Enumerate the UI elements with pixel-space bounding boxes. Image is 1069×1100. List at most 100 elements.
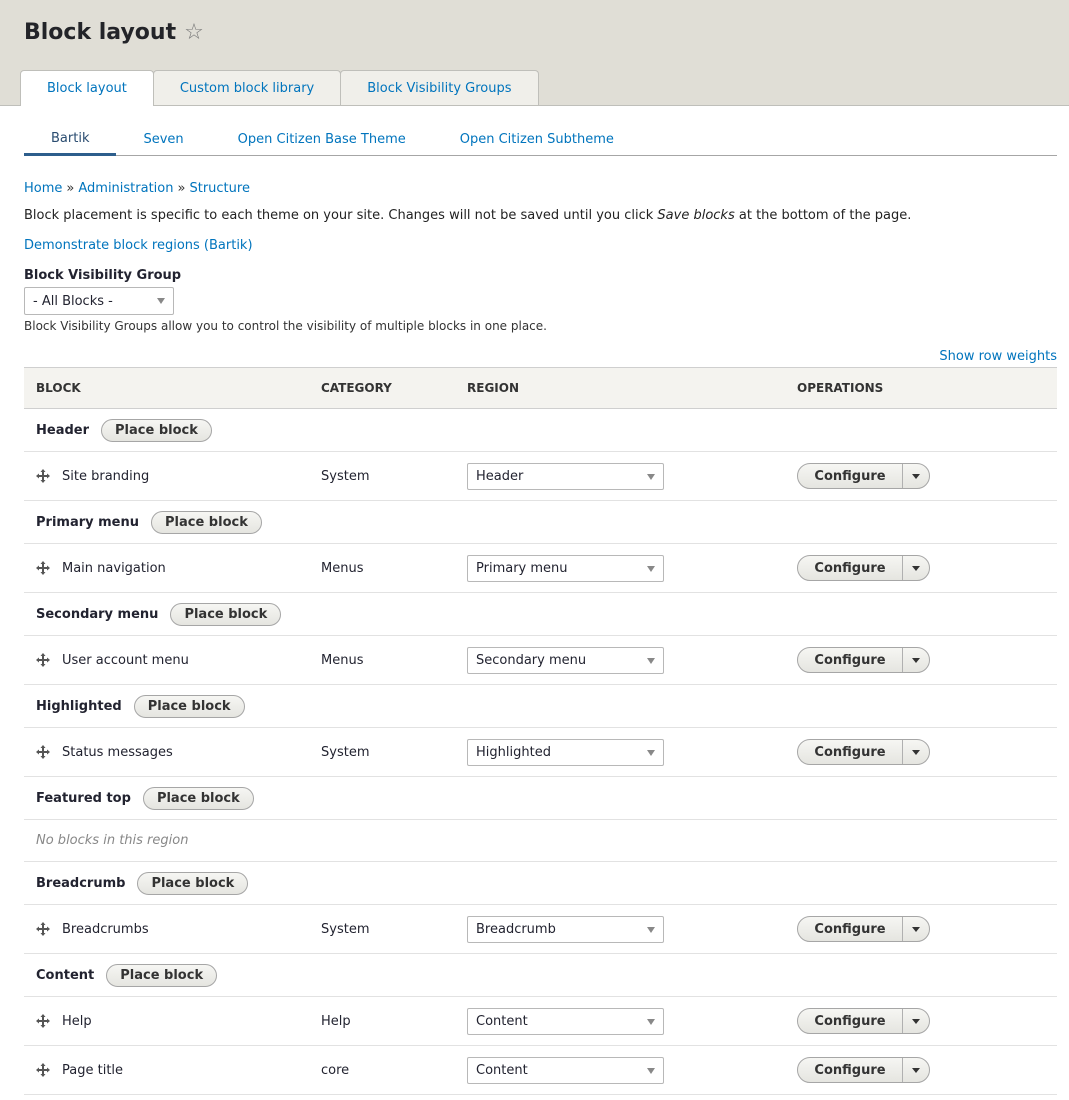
region-select-value: Primary menu bbox=[476, 560, 568, 576]
drag-handle-icon[interactable] bbox=[36, 561, 50, 575]
drag-handle-icon[interactable] bbox=[36, 1014, 50, 1028]
operations-toggle-button[interactable] bbox=[903, 917, 929, 941]
tab-open-citizen-base-theme[interactable]: Open Citizen Base Theme bbox=[211, 124, 433, 155]
block-category: Menus bbox=[321, 652, 364, 668]
configure-button[interactable]: Configure bbox=[798, 648, 903, 672]
operations-cell: Configure bbox=[797, 1057, 1057, 1083]
breadcrumb-separator: » bbox=[177, 181, 186, 196]
region-select[interactable]: Content bbox=[467, 1056, 664, 1084]
configure-dropbutton: Configure bbox=[797, 647, 930, 673]
tab-bartik[interactable]: Bartik bbox=[24, 124, 117, 156]
drag-handle-icon[interactable] bbox=[36, 653, 50, 667]
region-select[interactable]: Secondary menu bbox=[467, 646, 664, 674]
operations-toggle-button[interactable] bbox=[903, 1058, 929, 1082]
place-block-button[interactable]: Place block bbox=[101, 418, 212, 442]
block-category: System bbox=[321, 744, 370, 760]
block-visibility-group-description: Block Visibility Groups allow you to con… bbox=[24, 319, 547, 333]
operations-cell: Configure bbox=[797, 739, 1057, 765]
help-text-suffix: at the bottom of the page. bbox=[734, 208, 912, 223]
table-row: Help Help Content Configure bbox=[24, 997, 1057, 1046]
tab-block-visibility-groups[interactable]: Block Visibility Groups bbox=[340, 70, 539, 105]
region-name: Featured top bbox=[36, 790, 131, 806]
tab-seven[interactable]: Seven bbox=[116, 124, 210, 155]
page-title-text: Block layout bbox=[24, 20, 177, 45]
drag-handle-icon[interactable] bbox=[36, 1063, 50, 1077]
region-select-value: Content bbox=[476, 1013, 528, 1029]
block-table: Block Category Region Operations Header P… bbox=[24, 367, 1057, 1095]
drag-handle-icon[interactable] bbox=[36, 745, 50, 759]
region-cell: Secondary menu bbox=[467, 646, 797, 674]
table-row: User account menu Menus Secondary menu Conf… bbox=[24, 636, 1057, 685]
operations-toggle-button[interactable] bbox=[903, 556, 929, 580]
help-text-emphasis: Save blocks bbox=[657, 208, 735, 223]
region-cell: Content bbox=[467, 1007, 797, 1035]
place-block-button[interactable]: Place block bbox=[170, 602, 282, 626]
place-block-button[interactable]: Place block bbox=[133, 694, 245, 718]
configure-dropbutton: Configure bbox=[797, 739, 930, 765]
block-category: System bbox=[321, 468, 370, 484]
region-select[interactable]: Primary menu bbox=[467, 554, 664, 582]
configure-button[interactable]: Configure bbox=[798, 1009, 903, 1033]
table-row: Main navigation Menus Primary menu Configur… bbox=[24, 544, 1057, 593]
breadcrumb-administration[interactable]: Administration bbox=[78, 181, 173, 196]
tab-custom-block-library[interactable]: Custom block library bbox=[152, 70, 342, 105]
operations-toggle-button[interactable] bbox=[903, 1009, 929, 1033]
region-name: Content bbox=[36, 967, 95, 983]
region-select[interactable]: Content bbox=[467, 1007, 664, 1035]
operations-cell: Configure bbox=[797, 647, 1057, 673]
table-body: Header Place block Site branding System Head… bbox=[24, 409, 1057, 1095]
table-row: Site branding System Header Configure bbox=[24, 452, 1057, 501]
region-select[interactable]: Highlighted bbox=[467, 738, 664, 766]
place-block-button[interactable]: Place block bbox=[106, 963, 218, 987]
theme-tabs: Bartik Seven Open Citizen Base Theme Ope… bbox=[24, 124, 1057, 156]
region-select-value: Highlighted bbox=[476, 744, 551, 760]
operations-cell: Configure bbox=[797, 1008, 1057, 1034]
configure-button[interactable]: Configure bbox=[798, 464, 903, 488]
region-select[interactable]: Breadcrumb bbox=[467, 915, 664, 943]
breadcrumb-home[interactable]: Home bbox=[24, 181, 62, 196]
block-cell: Breadcrumbs bbox=[24, 922, 321, 937]
breadcrumb-structure[interactable]: Structure bbox=[189, 181, 249, 196]
place-block-button[interactable]: Place block bbox=[142, 786, 254, 810]
configure-button[interactable]: Configure bbox=[798, 740, 903, 764]
place-block-button[interactable]: Place block bbox=[137, 871, 249, 895]
configure-dropbutton: Configure bbox=[797, 1057, 930, 1083]
operations-toggle-button[interactable] bbox=[903, 740, 929, 764]
operations-toggle-button[interactable] bbox=[903, 648, 929, 672]
operations-toggle-button[interactable] bbox=[903, 464, 929, 488]
block-visibility-group-select[interactable]: - All Blocks - bbox=[24, 287, 174, 315]
region-select[interactable]: Header bbox=[467, 462, 664, 490]
drag-handle-icon[interactable] bbox=[36, 922, 50, 936]
place-block-button[interactable]: Place block bbox=[151, 510, 262, 534]
configure-dropbutton: Configure bbox=[797, 916, 930, 942]
caret-down-icon bbox=[912, 473, 920, 479]
demonstrate-regions-link[interactable]: Demonstrate block regions (Bartik) bbox=[24, 238, 253, 253]
configure-button[interactable]: Configure bbox=[798, 556, 903, 580]
star-icon[interactable]: ☆ bbox=[184, 20, 204, 45]
region-select-value: Breadcrumb bbox=[476, 921, 556, 937]
configure-button[interactable]: Configure bbox=[798, 917, 903, 941]
primary-tabs: Block layout Custom block library Block … bbox=[20, 70, 539, 106]
help-text: Block placement is specific to each them… bbox=[24, 208, 911, 223]
block-category: System bbox=[321, 921, 370, 937]
tab-block-layout[interactable]: Block layout bbox=[20, 70, 154, 106]
region-name: Primary menu bbox=[36, 514, 139, 530]
drag-handle-icon[interactable] bbox=[36, 469, 50, 483]
region-name: Highlighted bbox=[36, 698, 122, 714]
page-header: Block layout ☆ Block layout Custom block… bbox=[0, 0, 1069, 106]
region-cell: Primary menu bbox=[467, 554, 797, 582]
chevron-down-icon bbox=[647, 926, 655, 933]
region-name: Secondary menu bbox=[36, 606, 159, 622]
block-cell: User account menu bbox=[24, 653, 321, 668]
tab-open-citizen-subtheme[interactable]: Open Citizen Subtheme bbox=[433, 124, 641, 155]
block-cell: Help bbox=[24, 1014, 321, 1029]
column-header-region: Region bbox=[467, 381, 519, 395]
column-header-category: Category bbox=[321, 381, 392, 395]
show-row-weights-link[interactable]: Show row weights bbox=[939, 349, 1057, 364]
region-row: Header Place block bbox=[24, 409, 1057, 452]
table-row: Page title core Content Configure bbox=[24, 1046, 1057, 1095]
configure-button[interactable]: Configure bbox=[798, 1058, 903, 1082]
caret-down-icon bbox=[912, 1067, 920, 1073]
region-cell: Header bbox=[467, 462, 797, 490]
region-cell: Highlighted bbox=[467, 738, 797, 766]
